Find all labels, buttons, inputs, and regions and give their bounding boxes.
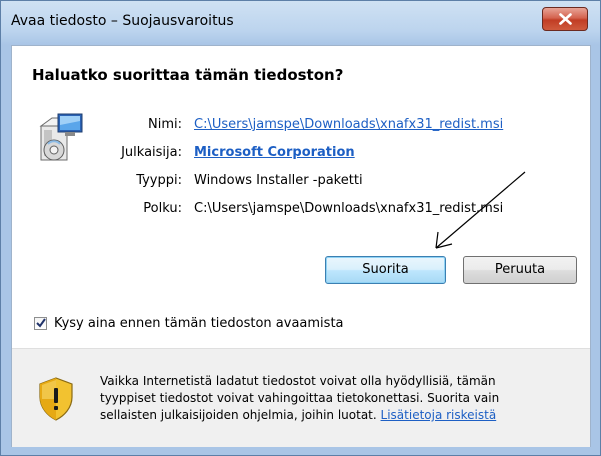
type-label: Tyyppi:	[136, 173, 182, 188]
path-label: Polku:	[143, 201, 182, 216]
cancel-button[interactable]: Peruuta	[463, 256, 577, 284]
dialog-content: Haluatko suorittaa tämän tiedoston? Nimi…	[11, 45, 591, 447]
file-name-link-text[interactable]: C:\Users\jamspe\Downloads\xnafx31_redist…	[194, 117, 503, 132]
publisher-link[interactable]: Microsoft Corporation	[194, 145, 355, 160]
publisher-label: Julkaisija:	[121, 145, 182, 160]
arrow-annotation	[435, 171, 526, 249]
name-label-box: Nimi:	[12, 117, 182, 135]
title-bar[interactable]: Avaa tiedosto – Suojausvaroitus	[1, 1, 600, 45]
security-shield-icon	[39, 377, 73, 421]
warning-text-block: Vaikka Internetistä ladatut tiedostot vo…	[100, 373, 550, 424]
path-label-box: Polku:	[12, 201, 182, 219]
risk-info-link[interactable]: Lisätietoja riskeistä	[381, 408, 497, 422]
close-icon	[559, 13, 572, 25]
warning-footer: Vaikka Internetistä ladatut tiedostot vo…	[12, 348, 590, 447]
name-label: Nimi:	[148, 117, 182, 132]
dialog-question: Haluatko suorittaa tämän tiedoston?	[32, 66, 344, 84]
run-button[interactable]: Suorita	[325, 256, 446, 284]
publisher-link-text[interactable]: Microsoft Corporation	[194, 145, 355, 160]
type-value: Windows Installer -paketti	[194, 173, 363, 188]
checkmark-icon	[36, 318, 46, 328]
ask-always-checkbox[interactable]	[34, 317, 47, 330]
window-title: Avaa tiedosto – Suojausvaroitus	[11, 13, 234, 29]
type-label-box: Tyyppi:	[12, 173, 182, 191]
ask-always-label[interactable]: Kysy aina ennen tämän tiedoston avaamist…	[54, 316, 344, 331]
close-button[interactable]	[542, 7, 588, 31]
publisher-label-box: Julkaisija:	[12, 145, 182, 163]
security-warning-dialog: Avaa tiedosto – Suojausvaroitus Haluatko…	[0, 0, 601, 456]
file-name-link[interactable]: C:\Users\jamspe\Downloads\xnafx31_redist…	[194, 117, 503, 132]
